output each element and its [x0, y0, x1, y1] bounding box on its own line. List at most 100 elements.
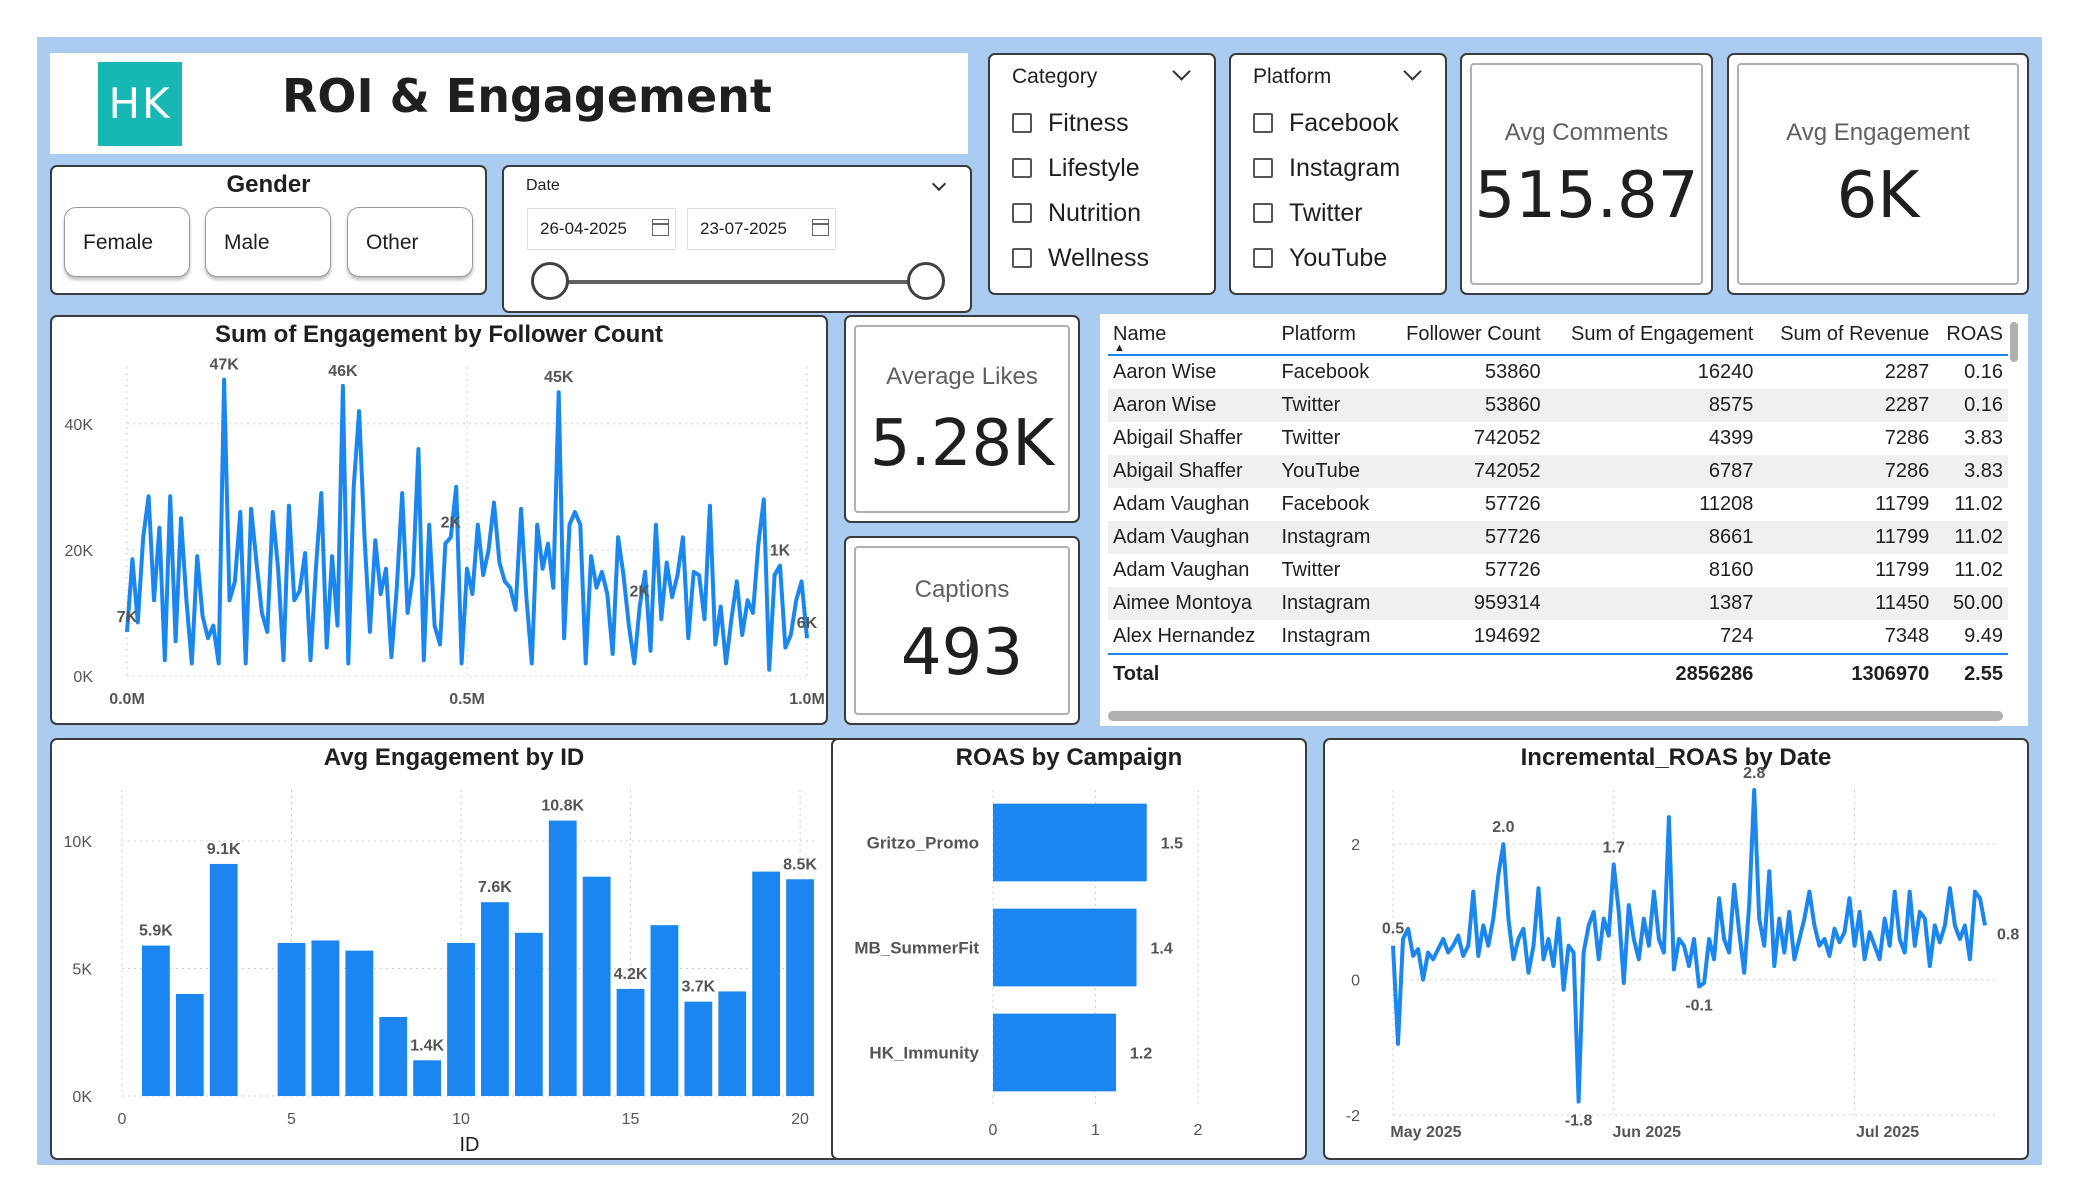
- column-header-sum-engagement[interactable]: Sum of Engagement: [1545, 314, 1759, 356]
- table-row[interactable]: Alex Hernandez Instagram 194692 724 7348 9.49: [1108, 620, 2008, 654]
- cell-name: Adam Vaughan: [1113, 493, 1250, 515]
- total-follower-count: [1385, 653, 1546, 693]
- y-tick-label: 0K: [72, 1089, 92, 1106]
- data-label: 1.4: [1151, 941, 1173, 958]
- horizontal-scrollbar[interactable]: [1108, 711, 2003, 721]
- gender-button-male[interactable]: Male: [205, 207, 331, 277]
- bar: [345, 950, 374, 1096]
- cell-sum-engagement: 8575: [1545, 389, 1759, 422]
- date-range-handle-start[interactable]: [531, 262, 569, 300]
- bar: [993, 803, 1147, 882]
- table-row[interactable]: Aaron Wise Facebook 53860 16240 2287 0.16: [1108, 355, 2008, 389]
- platform-option-instagram[interactable]: Instagram: [1253, 148, 1400, 188]
- column-header-sum-revenue[interactable]: Sum of Revenue: [1758, 314, 1935, 356]
- cell-sum-engagement: 6787: [1545, 455, 1759, 488]
- cell-roas: 0.16: [1934, 389, 2008, 422]
- x-tick-label: 0.0M: [109, 691, 145, 708]
- table-row[interactable]: Adam Vaughan Facebook 57726 11208 11799 11.02: [1108, 488, 2008, 521]
- checkbox[interactable]: [1253, 248, 1273, 268]
- cell-roas: 11.02: [1934, 521, 2008, 554]
- gender-slicer: Gender Female Male Other: [50, 165, 487, 295]
- chevron-down-icon[interactable]: [1172, 62, 1191, 81]
- sort-asc-icon[interactable]: ▲: [1114, 342, 1125, 354]
- page-title: ROI & Engagement: [282, 69, 772, 123]
- checkbox[interactable]: [1253, 113, 1273, 133]
- logo: HK: [98, 62, 182, 146]
- x-tick-label: 5: [287, 1111, 296, 1128]
- table-row[interactable]: Adam Vaughan Instagram 57726 8661 11799 11.02: [1108, 521, 2008, 554]
- checkbox[interactable]: [1012, 113, 1032, 133]
- cell-follower-count: 194692: [1473, 625, 1541, 647]
- x-tick-label: Jun 2025: [1613, 1124, 1682, 1141]
- cell-follower-count: 57726: [1485, 493, 1541, 515]
- table-row[interactable]: Aaron Wise Twitter 53860 8575 2287 0.16: [1108, 389, 2008, 422]
- cell-platform: Twitter: [1276, 389, 1386, 422]
- checkbox[interactable]: [1012, 203, 1032, 223]
- y-tick-label: 20K: [65, 543, 94, 560]
- category-slicer-label: Category: [1012, 65, 1098, 88]
- kpi-average-likes: Average Likes 5.28K: [844, 315, 1080, 523]
- data-label: 2.0: [1492, 819, 1514, 836]
- cell-platform: Facebook: [1281, 361, 1370, 383]
- date-range-track: [551, 280, 924, 284]
- cell-name: Adam Vaughan: [1108, 521, 1277, 554]
- table-row[interactable]: Aimee Montoya Instagram 959314 1387 11450 50.…: [1108, 587, 2008, 620]
- x-tick-label: 2: [1194, 1122, 1203, 1139]
- chevron-down-icon[interactable]: [931, 176, 947, 192]
- total-platform: [1276, 653, 1386, 693]
- cell-platform: Twitter: [1281, 559, 1341, 581]
- bar: [752, 871, 781, 1096]
- data-label: 46K: [328, 363, 358, 380]
- data-label: 0.5: [1382, 921, 1404, 938]
- date-end-input[interactable]: 23-07-2025: [687, 208, 836, 250]
- platform-option-youtube[interactable]: YouTube: [1253, 238, 1387, 278]
- checkbox[interactable]: [1012, 248, 1032, 268]
- column-header-roas[interactable]: ROAS: [1934, 314, 2008, 356]
- checkbox[interactable]: [1012, 158, 1032, 178]
- x-tick-label: 0.5M: [449, 691, 485, 708]
- date-start-input[interactable]: 26-04-2025: [527, 208, 676, 250]
- checkbox[interactable]: [1253, 158, 1273, 178]
- data-label: 7K: [117, 609, 138, 626]
- cell-roas: 3.83: [1934, 455, 2008, 488]
- y-tick-label: 40K: [65, 417, 94, 434]
- x-tick-label: 10: [452, 1111, 470, 1128]
- calendar-icon[interactable]: [812, 219, 829, 236]
- cell-follower-count: 57726: [1385, 521, 1546, 554]
- bar: [993, 908, 1137, 987]
- gender-button-other[interactable]: Other: [347, 207, 473, 277]
- category-option-nutrition[interactable]: Nutrition: [1012, 193, 1141, 233]
- category-label: Gritzo_Promo: [867, 834, 979, 853]
- y-tick-label: 0: [1351, 973, 1360, 990]
- checkbox[interactable]: [1253, 203, 1273, 223]
- platform-option-facebook[interactable]: Facebook: [1253, 103, 1399, 143]
- bar: [548, 820, 577, 1096]
- data-label: 0.8: [1997, 926, 2019, 943]
- column-header-follower-count[interactable]: Follower Count: [1385, 314, 1546, 356]
- gender-button-female[interactable]: Female: [64, 207, 190, 277]
- column-header-platform[interactable]: Platform: [1276, 314, 1386, 356]
- table-row[interactable]: Abigail Shaffer Twitter 742052 4399 7286 3.83: [1108, 422, 2008, 455]
- x-tick-label: May 2025: [1390, 1124, 1461, 1141]
- data-label: 9.1K: [207, 841, 241, 858]
- table-row[interactable]: Adam Vaughan Twitter 57726 8160 11799 11.02: [1108, 554, 2008, 587]
- data-table: Name ▲ Platform Follower Count Sum of Eng…: [1100, 314, 2028, 726]
- data-label: 3.7K: [681, 979, 715, 996]
- platform-option-twitter[interactable]: Twitter: [1253, 193, 1363, 233]
- bar: [277, 943, 306, 1096]
- date-range-handle-end[interactable]: [907, 262, 945, 300]
- table-row[interactable]: Abigail Shaffer YouTube 742052 6787 7286 3.83: [1108, 455, 2008, 488]
- category-option-fitness[interactable]: Fitness: [1012, 103, 1129, 143]
- platform-option-label: Instagram: [1289, 153, 1401, 182]
- vertical-scrollbar[interactable]: [2010, 322, 2018, 362]
- cell-sum-revenue: 7348: [1884, 625, 1930, 647]
- column-header-name[interactable]: Name ▲: [1108, 314, 1277, 356]
- data-label: 5.9K: [139, 923, 173, 940]
- chevron-down-icon[interactable]: [1403, 62, 1422, 81]
- y-tick-label: 5K: [72, 962, 92, 979]
- calendar-icon[interactable]: [652, 219, 669, 236]
- date-end-value: 23-07-2025: [700, 219, 787, 238]
- bar: [514, 932, 543, 1096]
- category-option-lifestyle[interactable]: Lifestyle: [1012, 148, 1140, 188]
- category-option-wellness[interactable]: Wellness: [1012, 238, 1149, 278]
